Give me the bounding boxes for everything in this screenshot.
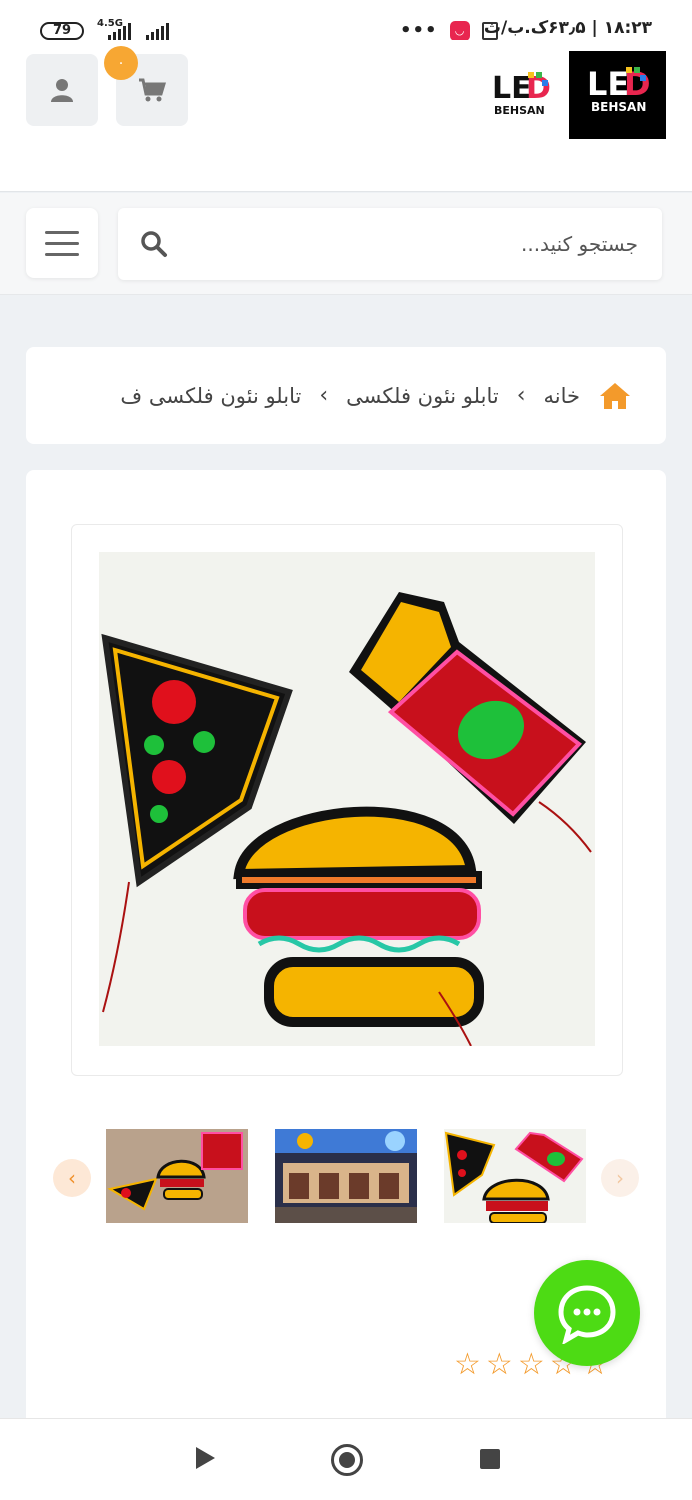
menu-line-icon: [45, 241, 79, 245]
star-empty-icon[interactable]: ☆: [454, 1350, 481, 1380]
home-nav-icon[interactable]: [331, 1444, 363, 1476]
search-icon[interactable]: [140, 230, 168, 258]
search-bar-row: [0, 193, 692, 295]
signal-icon: [108, 22, 131, 40]
chat-bubble-icon: [558, 1285, 616, 1344]
chevron-right-icon: ›: [616, 1166, 624, 1190]
system-nav-bar: [0, 1418, 692, 1500]
svg-text:BEHSAN: BEHSAN: [591, 100, 646, 114]
app-notification-icon: ◡: [449, 20, 470, 41]
thumbnail-item[interactable]: [444, 1129, 586, 1223]
carousel-next-button[interactable]: ›: [601, 1159, 639, 1197]
breadcrumb: خانه ‹ تابلو نئون فلکسی ‹ تابلو نئون فلک…: [26, 347, 666, 444]
search-box: [118, 208, 662, 280]
thumbnail-item[interactable]: [275, 1129, 417, 1223]
menu-line-icon: [45, 230, 79, 234]
home-icon[interactable]: [598, 381, 632, 411]
more-notifications-icon: •••: [400, 20, 438, 41]
hamburger-menu-button[interactable]: [26, 208, 98, 278]
carousel-prev-button[interactable]: ‹: [53, 1159, 91, 1197]
star-empty-icon[interactable]: ☆: [518, 1350, 545, 1380]
star-empty-icon[interactable]: ☆: [486, 1350, 513, 1380]
breadcrumb-category[interactable]: تابلو نئون فلکسی: [346, 384, 499, 408]
site-logo[interactable]: LE D BEHSAN: [569, 51, 666, 139]
svg-text:BEHSAN: BEHSAN: [494, 104, 545, 117]
user-account-button[interactable]: [26, 54, 98, 126]
product-main-image[interactable]: [99, 552, 595, 1046]
battery-indicator: 79: [40, 22, 84, 40]
user-icon: [51, 79, 73, 102]
status-time: ۱۸:۲۳ | ۶۳٫۵ک.ب/ث: [483, 18, 652, 38]
back-icon[interactable]: [196, 1447, 215, 1469]
site-logo-small[interactable]: LE D BEHSAN: [490, 66, 554, 118]
cart-icon: [139, 78, 166, 102]
chevron-left-icon: ‹: [68, 1166, 76, 1190]
search-input[interactable]: [178, 208, 638, 280]
cart-count-badge: ۰: [104, 46, 138, 80]
menu-line-icon: [45, 252, 79, 256]
chat-button[interactable]: [534, 1260, 640, 1366]
site-header: ۰ LE D BEHSAN LE D BEHSAN: [0, 40, 692, 192]
breadcrumb-home[interactable]: خانه: [544, 384, 580, 408]
chevron-left-icon: ‹: [516, 383, 526, 408]
thumbnail-item[interactable]: [106, 1129, 248, 1223]
svg-text:LE: LE: [587, 65, 629, 103]
cart-button[interactable]: ۰: [104, 46, 188, 126]
signal-icon-2: [146, 22, 169, 40]
product-image-frame: [71, 524, 623, 1076]
chevron-left-icon: ‹: [319, 383, 329, 408]
recent-apps-icon[interactable]: [480, 1449, 500, 1469]
thumbnail-strip: [106, 1129, 586, 1223]
breadcrumb-current: تابلو نئون فلکسی ف: [120, 383, 302, 408]
